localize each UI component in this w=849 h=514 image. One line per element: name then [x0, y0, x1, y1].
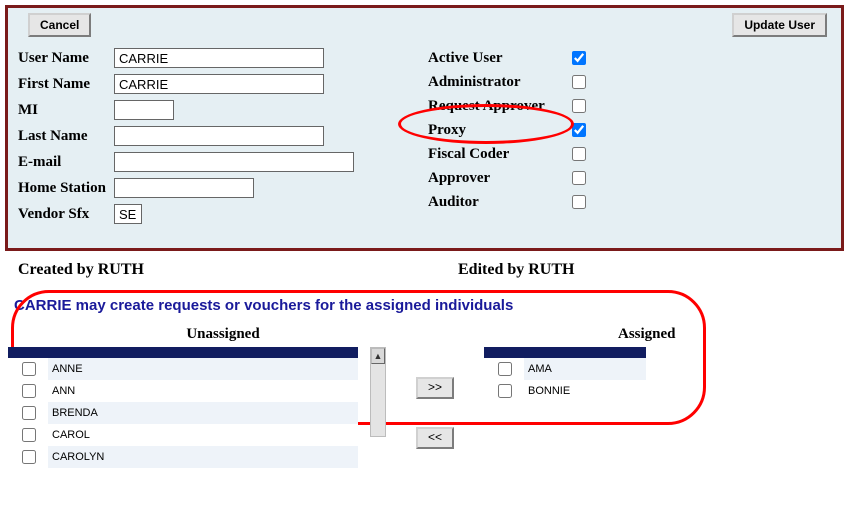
approver-checkbox[interactable] — [572, 171, 586, 185]
vendor-sfx-input[interactable] — [114, 204, 142, 224]
proxy-label: Proxy — [428, 122, 568, 139]
list-item: CAROL — [8, 424, 358, 446]
unassigned-list: ANNEANNBRENDACAROLCAROLYN — [8, 347, 358, 468]
proxy-checkbox[interactable] — [572, 123, 586, 137]
last-name-label: Last Name — [18, 128, 114, 145]
list-item: AMA — [484, 358, 646, 380]
administrator-label: Administrator — [428, 74, 568, 91]
audit-row: Created by RUTH Edited by RUTH — [18, 261, 831, 279]
vendor-sfx-label: Vendor Sfx — [18, 206, 114, 223]
request-approver-checkbox[interactable] — [572, 99, 586, 113]
assigned-list: AMABONNIE — [484, 347, 646, 402]
email-label: E-mail — [18, 154, 114, 171]
assign-button[interactable]: >> — [416, 377, 454, 399]
user-name-input[interactable] — [114, 48, 324, 68]
created-by-label: Created by — [18, 261, 98, 278]
user-name-label: User Name — [18, 50, 114, 67]
proxy-assignment-section: CARRIE may create requests or vouchers f… — [8, 297, 841, 468]
unassigned-list-header-bar — [8, 347, 358, 358]
cancel-button[interactable]: Cancel — [28, 13, 91, 37]
home-station-label: Home Station — [18, 180, 114, 197]
list-item: BONNIE — [484, 380, 646, 402]
list-item: CAROLYN — [8, 446, 358, 468]
list-item: ANNE — [8, 358, 358, 380]
active-user-checkbox[interactable] — [572, 51, 586, 65]
first-name-input[interactable] — [114, 74, 324, 94]
assignment-heading: CARRIE may create requests or vouchers f… — [14, 297, 841, 314]
user-fields-column: User Name First Name MI Last Name E-mail… — [18, 48, 408, 230]
edited-by-label: Edited by — [458, 261, 528, 278]
unassigned-scrollbar[interactable]: ▲ — [370, 347, 386, 437]
update-user-button[interactable]: Update User — [732, 13, 827, 37]
auditor-checkbox[interactable] — [572, 195, 586, 209]
list-item-checkbox[interactable] — [22, 362, 36, 376]
fiscal-coder-label: Fiscal Coder — [428, 146, 568, 163]
list-item-name: ANN — [48, 380, 206, 402]
list-item-checkbox[interactable] — [22, 384, 36, 398]
list-item-name: BONNIE — [524, 380, 642, 402]
request-approver-label: Request Approver — [428, 98, 568, 115]
list-item-checkbox[interactable] — [22, 450, 36, 464]
created-by-value: RUTH — [98, 261, 144, 278]
fiscal-coder-checkbox[interactable] — [572, 147, 586, 161]
unassigned-header: Unassigned — [128, 326, 318, 343]
assigned-header: Assigned — [618, 326, 676, 343]
transfer-buttons: >> << — [416, 377, 454, 449]
mi-input[interactable] — [114, 100, 174, 120]
approver-label: Approver — [428, 170, 568, 187]
email-input[interactable] — [114, 152, 354, 172]
assigned-list-header-bar — [484, 347, 646, 358]
first-name-label: First Name — [18, 76, 114, 93]
list-item-name: CAROLYN — [48, 446, 206, 468]
user-edit-panel: Cancel Update User User Name First Name … — [5, 5, 844, 251]
last-name-input[interactable] — [114, 126, 324, 146]
list-item-checkbox[interactable] — [22, 406, 36, 420]
unassign-button[interactable]: << — [416, 427, 454, 449]
auditor-label: Auditor — [428, 194, 568, 211]
list-item-name: BRENDA — [48, 402, 206, 424]
edited-by-value: RUTH — [528, 261, 574, 278]
list-item: BRENDA — [8, 402, 358, 424]
list-item-name: ANNE — [48, 358, 206, 380]
administrator-checkbox[interactable] — [572, 75, 586, 89]
list-item-name: AMA — [524, 358, 642, 380]
roles-column: Active User Administrator Request Approv… — [428, 48, 589, 230]
scroll-up-icon[interactable]: ▲ — [371, 348, 385, 364]
list-item-checkbox[interactable] — [498, 362, 512, 376]
list-item-name: CAROL — [48, 424, 206, 446]
mi-label: MI — [18, 102, 114, 119]
active-user-label: Active User — [428, 50, 568, 67]
home-station-input[interactable] — [114, 178, 254, 198]
list-item: ANN — [8, 380, 358, 402]
list-item-checkbox[interactable] — [498, 384, 512, 398]
list-item-checkbox[interactable] — [22, 428, 36, 442]
